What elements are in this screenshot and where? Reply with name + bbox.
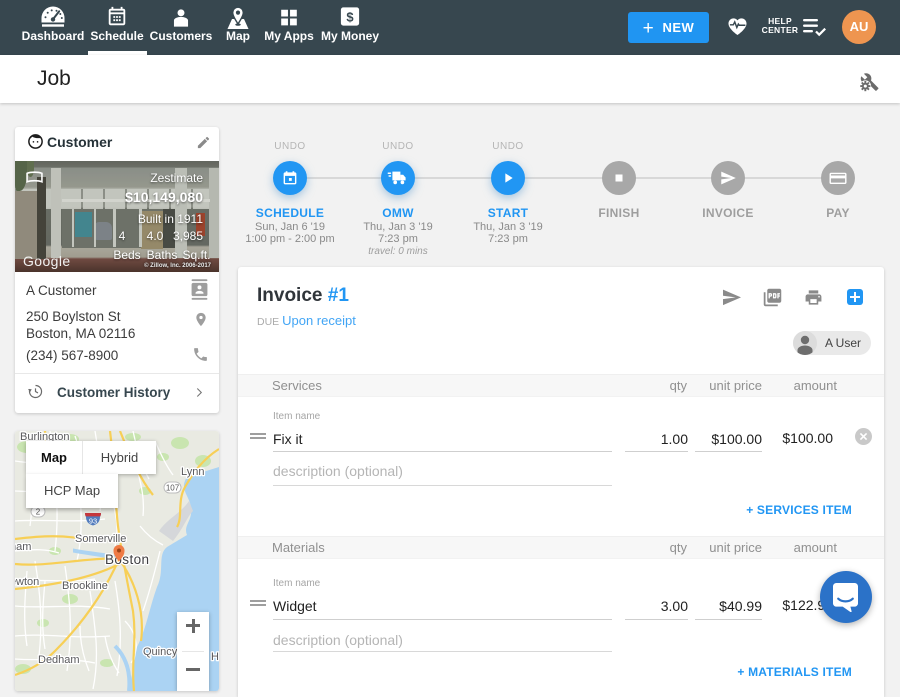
svg-text:Dedham: Dedham [38,654,80,666]
svg-text:107: 107 [166,484,180,493]
svg-text:Lynn: Lynn [181,466,204,478]
svg-text:Somerville: Somerville [75,533,126,545]
svg-text:Boston: Boston [105,552,149,567]
svg-text:$: $ [346,9,353,24]
svg-text:Quincy: Quincy [143,646,178,658]
svg-text:2: 2 [36,508,41,517]
svg-text:ham: ham [15,541,31,553]
svg-text:Brookline: Brookline [62,580,108,592]
svg-text:93: 93 [89,517,97,526]
svg-text:Newton: Newton [15,576,39,588]
svg-text:Hi: Hi [211,651,219,663]
